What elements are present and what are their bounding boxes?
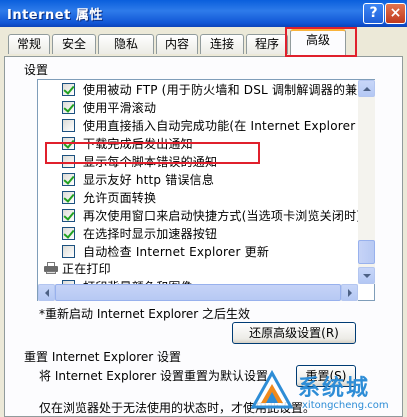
checkbox[interactable] [62, 118, 75, 132]
close-icon: × [389, 5, 402, 21]
setting-label: 自动检查 Internet Explorer 更新 [83, 244, 270, 259]
setting-page-transitions[interactable]: 允许页面转换 [62, 189, 156, 205]
tab-connections[interactable]: 连接 [200, 34, 244, 54]
printer-icon [44, 262, 58, 274]
help-button[interactable]: ? [363, 3, 384, 24]
tab-general[interactable]: 常规 [8, 34, 50, 54]
setting-smooth-scroll[interactable]: 使用平滑滚动 [62, 99, 156, 115]
arrow-left-icon [41, 289, 49, 297]
checkbox[interactable] [62, 226, 75, 240]
setting-label: 使用被动 FTP (用于防火墙和 DSL 调制解调器的兼容 [83, 82, 370, 97]
printing-header: 正在打印 [62, 261, 111, 276]
arrow-up-icon [363, 83, 371, 91]
setting-label: 在选择时显示加速器按钮 [83, 226, 218, 241]
restore-advanced-button[interactable]: 还原高级设置(R) [232, 322, 356, 344]
close-button[interactable]: × [385, 3, 406, 24]
setting-label: 使用直接插入自动完成功能(在 Internet Explorer 1 [83, 118, 368, 133]
arrow-right-icon [348, 289, 356, 297]
watermark-url: xitongcheng.com [302, 400, 389, 411]
reset-description: 将 Internet Explorer 设置重置为默认设置 [39, 369, 269, 383]
checkbox[interactable] [62, 208, 75, 222]
watermark-brand: 系统城 [298, 376, 371, 401]
tab-programs[interactable]: 程序 [246, 34, 288, 54]
scroll-right-button[interactable] [341, 284, 358, 301]
checkbox[interactable] [62, 82, 75, 96]
setting-accelerator-button[interactable]: 在选择时显示加速器按钮 [62, 225, 217, 241]
arrow-down-icon [363, 274, 371, 282]
setting-auto-update-check[interactable]: 自动检查 Internet Explorer 更新 [62, 243, 269, 259]
horizontal-scrollbar[interactable] [38, 284, 358, 301]
scroll-up-button[interactable] [358, 80, 375, 97]
setting-label: 再次使用窗口来启动快捷方式(当选项卡浏览关闭时) [83, 208, 362, 223]
tab-security[interactable]: 安全 [52, 34, 96, 54]
watermark: 系统城 xitongcheng.com [250, 370, 407, 417]
window-title: Internet 属性 [7, 8, 103, 23]
reset-section-title: 重置 Internet Explorer 设置 [24, 350, 182, 364]
setting-label: 允许页面转换 [83, 190, 157, 205]
tab-privacy[interactable]: 隐私 [98, 34, 154, 54]
setting-passive-ftp[interactable]: 使用被动 FTP (用于防火墙和 DSL 调制解调器的兼容 [62, 81, 370, 97]
settings-group-label: 设置 [24, 63, 49, 77]
setting-friendly-http-errors[interactable]: 显示友好 http 错误信息 [62, 171, 214, 187]
checkbox[interactable] [62, 244, 75, 258]
watermark-logo-icon [250, 370, 294, 409]
setting-label: 显示友好 http 错误信息 [83, 172, 215, 187]
printing-category: 正在打印 [62, 260, 111, 276]
setting-inline-autocomplete[interactable]: 使用直接插入自动完成功能(在 Internet Explorer 1 [62, 117, 367, 133]
checkbox[interactable] [62, 100, 75, 114]
scroll-left-button[interactable] [38, 284, 55, 301]
tab-highlight-box [285, 27, 357, 57]
checkbox[interactable] [62, 190, 75, 204]
setting-reuse-windows[interactable]: 再次使用窗口来启动快捷方式(当选项卡浏览关闭时) [62, 207, 361, 223]
horizontal-scroll-thumb[interactable] [55, 284, 341, 301]
vertical-scrollbar[interactable] [358, 80, 375, 284]
vertical-scroll-thumb[interactable] [358, 240, 375, 264]
help-icon: ? [369, 5, 378, 21]
row-highlight-box [45, 142, 260, 164]
restart-note: *重新启动 Internet Explorer 之后生效 [39, 307, 251, 321]
setting-label: 使用平滑滚动 [83, 100, 157, 115]
scroll-down-button[interactable] [358, 267, 375, 284]
checkbox[interactable] [62, 172, 75, 186]
title-bar[interactable]: Internet 属性 ? × [0, 0, 407, 27]
settings-list[interactable]: 使用被动 FTP (用于防火墙和 DSL 调制解调器的兼容 使用平滑滚动 使用直… [37, 79, 375, 301]
tab-content[interactable]: 内容 [156, 34, 198, 54]
